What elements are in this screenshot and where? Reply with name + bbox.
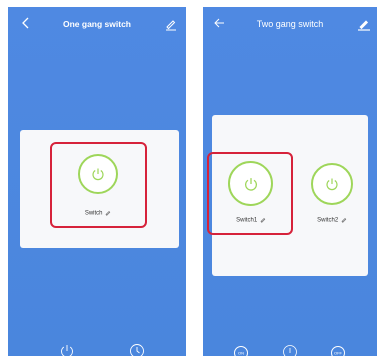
switch-power-button[interactable] xyxy=(78,154,118,194)
edit-pencil-icon[interactable] xyxy=(357,17,371,31)
page-title: One gang switch xyxy=(62,19,131,29)
bottom-power-button[interactable] xyxy=(59,343,75,356)
switch2-label[interactable]: Switch2 xyxy=(306,217,358,224)
all-on-label: ON xyxy=(238,350,244,356)
two-gang-switch-screen: Two gang switch Switch1 Switch2 ON OFF xyxy=(203,7,377,356)
edit-pencil-icon[interactable] xyxy=(260,217,266,223)
top-bar: Two gang switch xyxy=(203,7,377,33)
switch-card: Switch xyxy=(20,130,179,248)
one-gang-switch-screen: One gang switch Switch xyxy=(8,7,186,356)
all-off-label: OFF xyxy=(334,350,342,356)
bottom-power-button[interactable] xyxy=(282,344,298,356)
edit-pencil-icon[interactable] xyxy=(105,210,111,216)
switch2-power-button[interactable] xyxy=(311,163,353,205)
switch2-label-text: Switch2 xyxy=(317,217,339,224)
switch1-label-text: Switch1 xyxy=(236,217,258,224)
switch1-label[interactable]: Switch1 xyxy=(225,217,277,224)
all-on-button[interactable]: ON xyxy=(234,346,248,356)
switch1-power-button[interactable] xyxy=(228,161,273,206)
all-off-button[interactable]: OFF xyxy=(331,346,345,356)
power-icon xyxy=(61,345,73,356)
switch-label[interactable]: Switch xyxy=(78,210,118,217)
power-icon xyxy=(244,177,257,191)
switch-label-text: Switch xyxy=(84,210,103,217)
power-icon xyxy=(283,345,297,356)
power-icon xyxy=(326,178,338,191)
edit-pencil-icon[interactable] xyxy=(341,217,347,223)
switch-card: Switch1 Switch2 xyxy=(207,115,368,276)
bottom-timer-button[interactable] xyxy=(129,343,145,356)
edit-pencil-icon[interactable] xyxy=(164,17,178,31)
clock-icon xyxy=(130,344,144,356)
page-title: Two gang switch xyxy=(256,19,324,29)
power-icon xyxy=(92,168,104,181)
top-bar: One gang switch xyxy=(8,7,186,33)
